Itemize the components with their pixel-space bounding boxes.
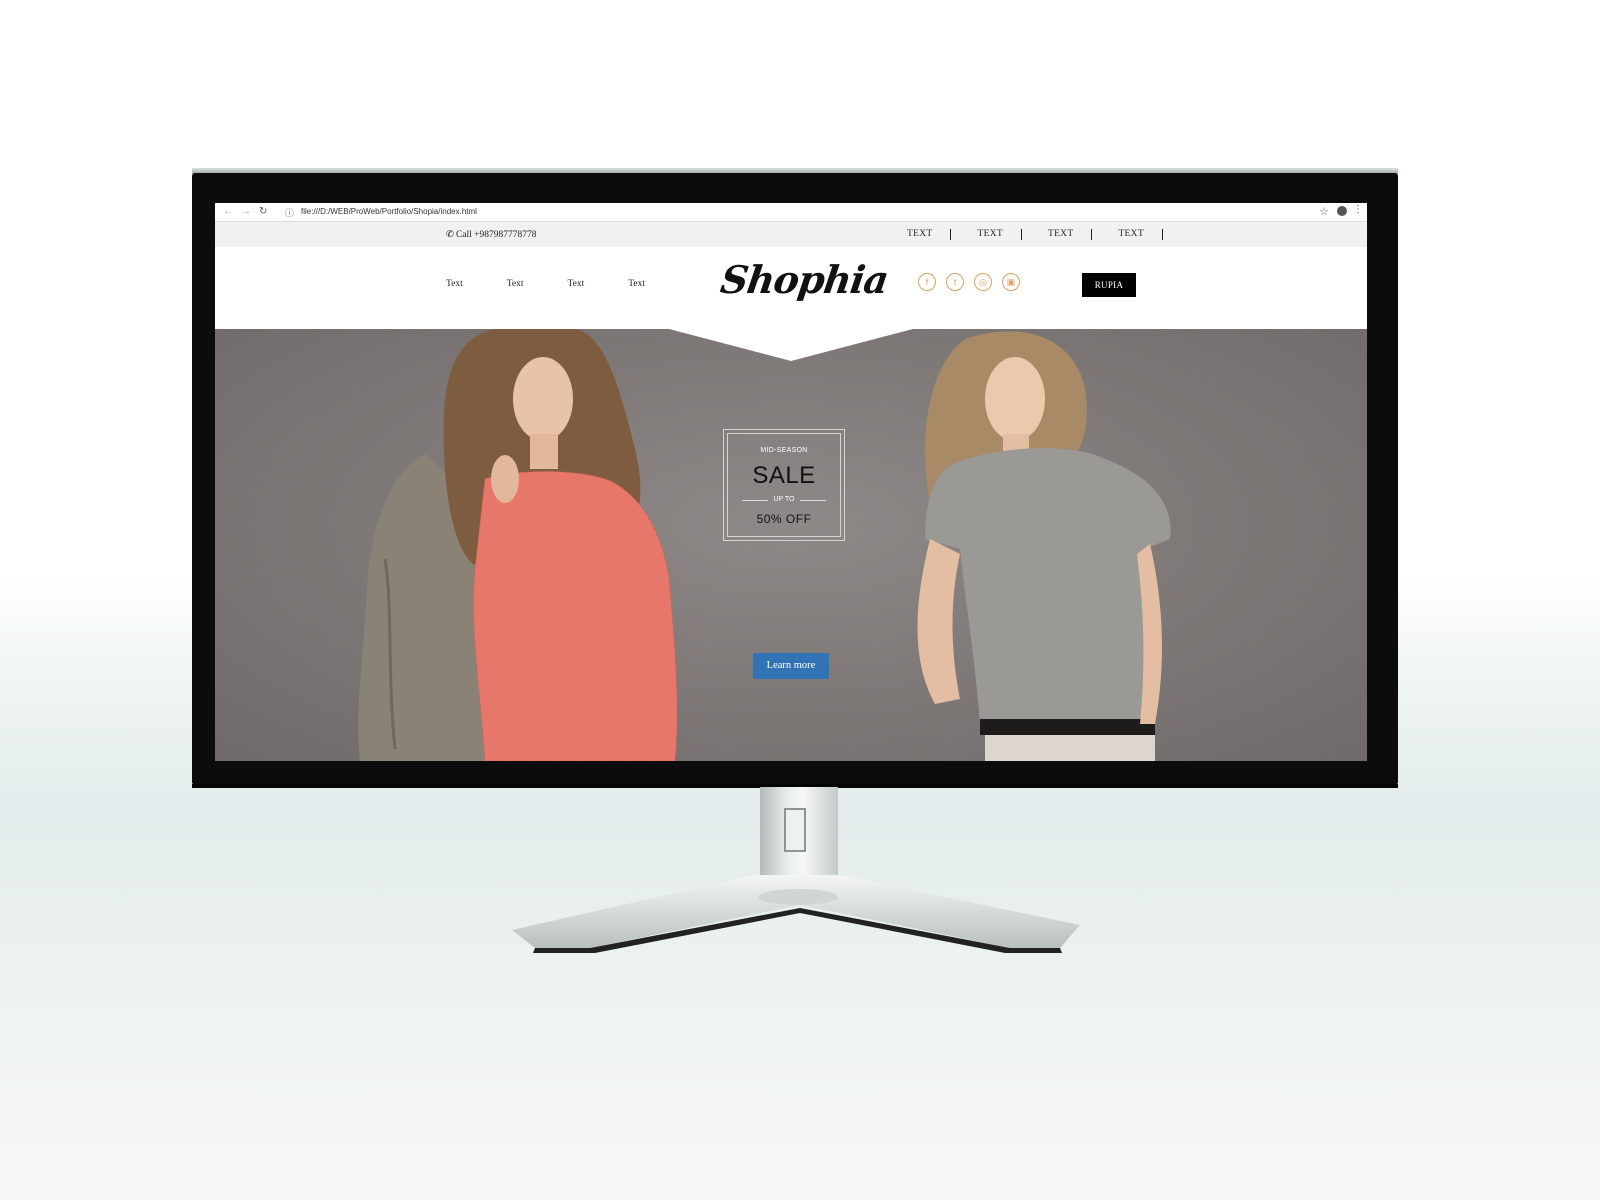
twitter-icon[interactable]: t	[946, 273, 964, 291]
facebook-icon[interactable]: f	[918, 273, 936, 291]
top-link[interactable]: TEXT	[977, 229, 1002, 240]
address-bar[interactable]: file:///D:/WEB/ProWeb/Portfolio/Shopia/i…	[301, 207, 477, 216]
top-links: TEXT TEXT TEXT TEXT	[907, 229, 1189, 240]
nav-item[interactable]: Text	[507, 279, 524, 289]
divider	[950, 229, 952, 240]
forward-arrow-icon[interactable]: →	[241, 206, 251, 218]
rupia-button[interactable]: RUPIA	[1082, 273, 1136, 297]
nav-item[interactable]: Text	[628, 279, 645, 289]
call-text: Call +987987778778	[455, 230, 537, 240]
learn-more-button[interactable]: Learn more	[753, 653, 829, 679]
cable-slot	[784, 808, 806, 852]
divider	[800, 500, 826, 501]
reload-icon[interactable]: ↻	[259, 206, 267, 218]
star-icon[interactable]: ☆	[1319, 205, 1329, 218]
nav-item[interactable]: Text	[568, 279, 585, 289]
top-link[interactable]: TEXT	[1048, 229, 1073, 240]
instagram-icon[interactable]: ▣	[1002, 273, 1020, 291]
divider	[1020, 229, 1022, 240]
dribbble-icon[interactable]: ◎	[974, 273, 992, 291]
back-arrow-icon[interactable]: ←	[223, 206, 233, 218]
divider	[1091, 229, 1093, 240]
nav-item[interactable]: Text	[446, 279, 463, 289]
browser-toolbar: ← → ↻ ⓘ file:///D:/WEB/ProWeb/Portfolio/…	[215, 203, 1367, 222]
top-info-bar: ✆ Call +987987778778 TEXT TEXT TEXT TEXT	[215, 222, 1367, 247]
sale-badge: MID-SEASON SALE UP TO 50% OFF	[723, 429, 845, 541]
main-nav: Text Text Text Text	[446, 279, 689, 289]
sale-top-text: MID-SEASON	[760, 447, 808, 454]
site-header: Text Text Text Text Shophia f t ◎ ▣ RUPI…	[215, 247, 1367, 329]
info-icon[interactable]: ⓘ	[285, 206, 294, 219]
top-link[interactable]: TEXT	[907, 229, 932, 240]
model-image-left	[358, 329, 678, 761]
sale-title: SALE	[752, 462, 816, 489]
menu-icon[interactable]: ⋮	[1353, 204, 1363, 215]
site-logo[interactable]: Shophia	[718, 257, 891, 309]
browser-screen: ← → ↻ ⓘ file:///D:/WEB/ProWeb/Portfolio/…	[215, 203, 1367, 761]
phone-icon: ✆	[446, 230, 454, 240]
hero-banner: MID-SEASON SALE UP TO 50% OFF Learn more	[215, 329, 1367, 761]
divider	[1161, 229, 1163, 240]
social-links: f t ◎ ▣	[918, 273, 1030, 291]
model-image-right	[917, 331, 1171, 761]
profile-icon[interactable]	[1337, 206, 1347, 216]
top-link[interactable]: TEXT	[1118, 229, 1143, 240]
sale-badge-inner: MID-SEASON SALE UP TO 50% OFF	[727, 433, 841, 537]
sale-value: 50% OFF	[756, 512, 812, 526]
call-info: ✆ Call +987987778778	[446, 229, 537, 240]
logo-text: Shophia	[717, 257, 891, 302]
